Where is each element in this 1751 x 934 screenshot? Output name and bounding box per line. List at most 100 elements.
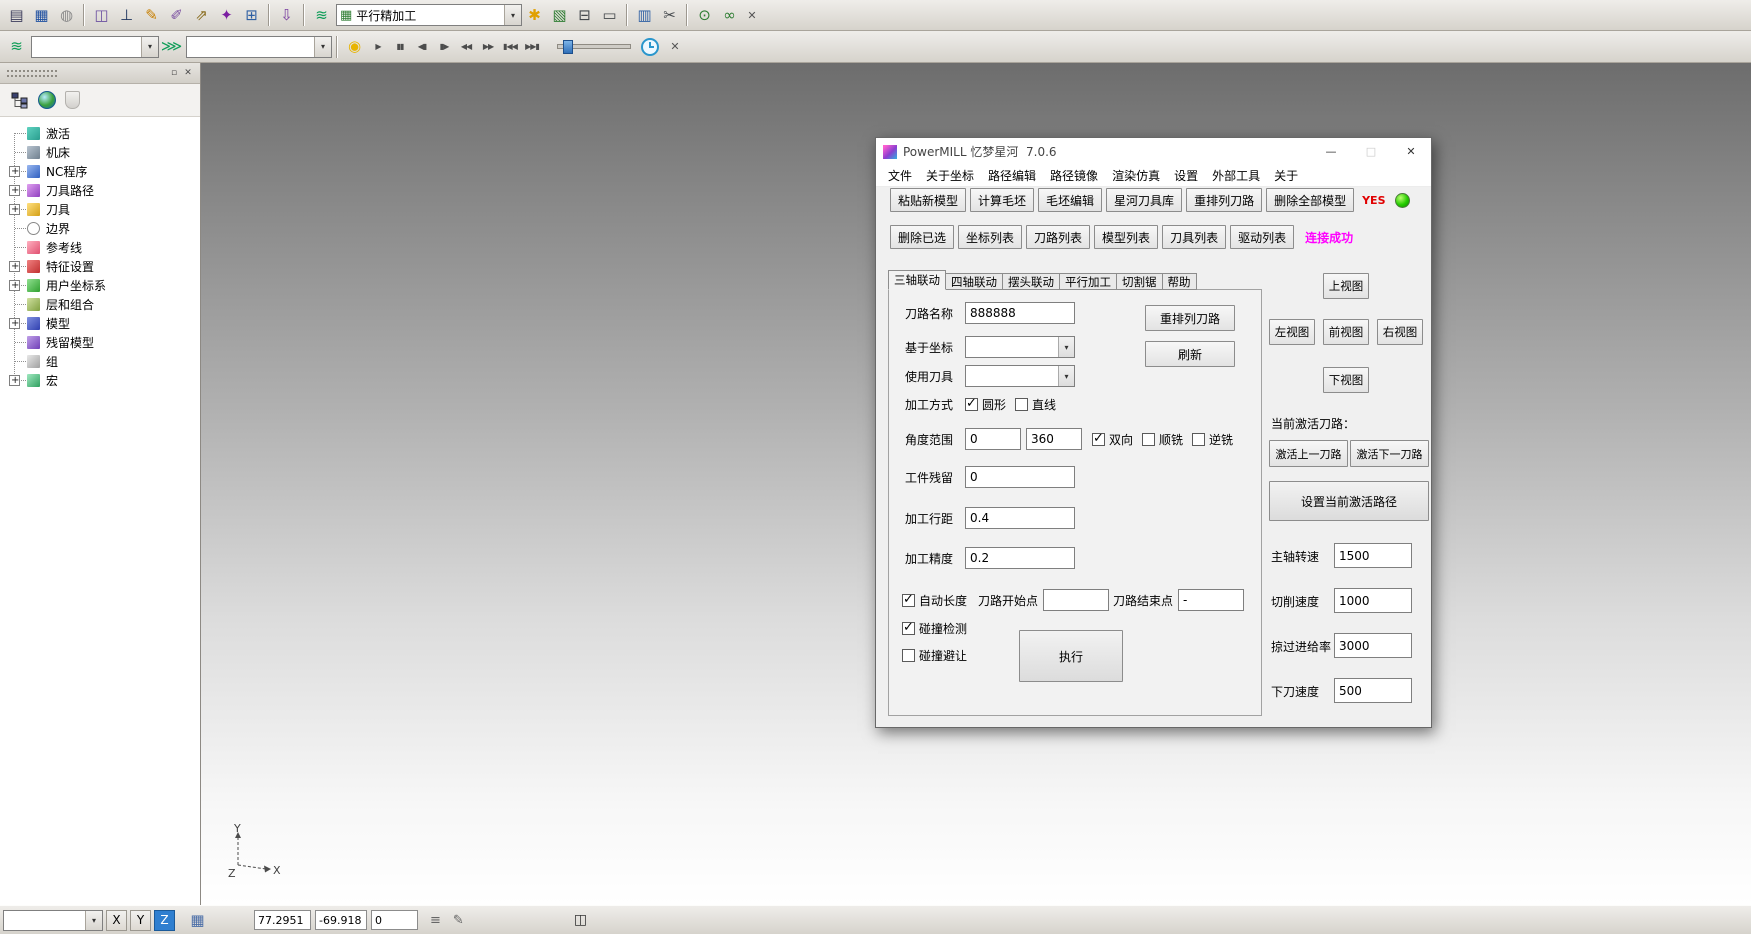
mode-line-checkbox[interactable]: 直线 — [1015, 396, 1056, 413]
explorer-panel-header[interactable]: ▫ ✕ — [0, 63, 200, 84]
model-tree-icon[interactable] — [9, 90, 29, 110]
view-left-button[interactable]: 左视图 — [1269, 319, 1315, 345]
chevron-down-icon[interactable]: ▾ — [85, 911, 102, 930]
menu-item-path-edit[interactable]: 路径编辑 — [981, 167, 1043, 184]
next-toolpath-button[interactable]: 激活下一刀路 — [1350, 440, 1429, 467]
view-bottom-button[interactable]: 下视图 — [1323, 367, 1369, 393]
prev-toolpath-button[interactable]: 激活上一刀路 — [1269, 440, 1348, 467]
tab-help[interactable]: 帮助 — [1163, 273, 1197, 290]
diamond-tool-icon[interactable]: ✦ — [214, 3, 239, 27]
tab-swivel-head[interactable]: 摆头联动 — [1003, 273, 1060, 290]
close-button[interactable]: ✕ — [1391, 138, 1431, 165]
tree-item-macros[interactable]: 宏 — [0, 371, 200, 390]
pen-purple-icon[interactable]: ✐ — [164, 3, 189, 27]
tree-item-patterns[interactable]: 参考线 — [0, 238, 200, 257]
delete-all-models-button[interactable]: 删除全部模型 — [1266, 188, 1354, 212]
angle-to-input[interactable] — [1026, 428, 1082, 450]
close-toolbar-icon[interactable]: ✕ — [665, 35, 685, 59]
coordinate-y-input[interactable] — [315, 910, 367, 930]
tool-library-icon[interactable]: ⊟ — [572, 3, 597, 27]
tree-item-nc-programs[interactable]: NC程序 — [0, 162, 200, 181]
slider-handle[interactable] — [563, 40, 573, 54]
menu-item-external-tools[interactable]: 外部工具 — [1205, 167, 1267, 184]
chevron-down-icon[interactable]: ▾ — [1058, 366, 1074, 386]
chevron-down-icon[interactable]: ▾ — [314, 37, 331, 57]
simulation-toolpath-dropdown[interactable]: ▾ — [186, 36, 332, 58]
tool-library-button[interactable]: 星河刀具库 — [1106, 188, 1182, 212]
tree-item-workplanes[interactable]: 用户坐标系 — [0, 276, 200, 295]
paste-new-model-button[interactable]: 粘贴新模型 — [890, 188, 966, 212]
rearrange-toolpaths-button[interactable]: 重排列刀路 — [1186, 188, 1262, 212]
axis-z-button[interactable]: Z — [154, 910, 175, 931]
model-list-button[interactable]: 模型列表 — [1094, 225, 1158, 249]
checkbox-icon[interactable] — [1192, 433, 1205, 446]
view-front-button[interactable]: 前视图 — [1323, 319, 1369, 345]
view-right-button[interactable]: 右视图 — [1377, 319, 1423, 345]
menu-item-render-sim[interactable]: 渲染仿真 — [1105, 167, 1167, 184]
chevron-down-icon[interactable]: ▾ — [141, 37, 158, 57]
end-point-input[interactable] — [1178, 589, 1244, 611]
lightbulb-icon[interactable]: ◉ — [342, 35, 367, 59]
pause-button[interactable]: ▮▮ — [389, 36, 411, 58]
tab-4axis[interactable]: 四轴联动 — [946, 273, 1003, 290]
tree-item-toolpaths[interactable]: 刀具路径 — [0, 181, 200, 200]
tab-3axis[interactable]: 三轴联动 — [888, 270, 946, 290]
calculator-icon[interactable]: ▭ — [597, 3, 622, 27]
checkbox-icon[interactable] — [902, 594, 915, 607]
toolpath-wave-icon[interactable]: ≋ — [309, 3, 334, 27]
toolpath-list-button[interactable]: 刀路列表 — [1026, 225, 1090, 249]
drag-grip[interactable] — [7, 70, 57, 77]
columns-icon[interactable]: ▥ — [632, 3, 657, 27]
grid-table-icon[interactable]: ▦ — [185, 908, 210, 932]
glasses-icon[interactable]: ∞ — [717, 3, 742, 27]
menu-item-coords[interactable]: 关于坐标 — [919, 167, 981, 184]
toolkit-icon[interactable]: ✱ — [522, 3, 547, 27]
delete-selected-button[interactable]: 删除已选 — [890, 225, 954, 249]
plunge-speed-input[interactable] — [1334, 678, 1412, 703]
spindle-speed-input[interactable] — [1334, 543, 1412, 568]
pen-orange-icon[interactable]: ✎ — [139, 3, 164, 27]
expand-plus-icon[interactable] — [9, 375, 20, 386]
tree-item-tools[interactable]: 刀具 — [0, 200, 200, 219]
grid-block-icon[interactable]: ⊞ — [239, 3, 264, 27]
checkbox-icon[interactable] — [1142, 433, 1155, 446]
compute-stock-button[interactable]: 计算毛坯 — [970, 188, 1034, 212]
expand-plus-icon[interactable] — [9, 204, 20, 215]
conventional-mill-checkbox[interactable]: 逆铣 — [1192, 431, 1233, 448]
chart-icon[interactable]: ▧ — [547, 3, 572, 27]
close-panel-icon[interactable]: ✕ — [181, 68, 195, 78]
stepover-input[interactable] — [965, 507, 1075, 529]
clipboard-icon[interactable]: ◫ — [574, 912, 587, 928]
tab-parallel[interactable]: 平行加工 — [1060, 273, 1117, 290]
refresh-button[interactable]: 刷新 — [1145, 341, 1235, 367]
float-panel-icon[interactable]: ▫ — [167, 68, 181, 78]
play-button[interactable]: ▶ — [367, 36, 389, 58]
skim-feed-input[interactable] — [1334, 633, 1412, 658]
auto-length-checkbox[interactable]: 自动长度 — [902, 592, 967, 609]
drive-list-button[interactable]: 驱动列表 — [1230, 225, 1294, 249]
checkbox-icon[interactable] — [965, 398, 978, 411]
menu-item-file[interactable]: 文件 — [881, 167, 919, 184]
close-toolbar-icon[interactable]: ✕ — [742, 3, 762, 27]
chevron-down-icon[interactable]: ▾ — [504, 5, 521, 25]
rearrange-button[interactable]: 重排列刀路 — [1145, 305, 1235, 331]
pick-icon[interactable]: ✎ — [453, 913, 464, 928]
expand-plus-icon[interactable] — [9, 318, 20, 329]
save-icon[interactable]: ▦ — [29, 3, 54, 27]
nc-program-dropdown[interactable]: ▾ — [31, 36, 159, 58]
axis-y-button[interactable]: Y — [130, 910, 151, 931]
teapot-icon[interactable]: ◍ — [54, 3, 79, 27]
fan-icon[interactable]: ⋙ — [159, 35, 184, 59]
tree-item-machine[interactable]: 机床 — [0, 143, 200, 162]
stamp-icon[interactable]: ⇩ — [274, 3, 299, 27]
step-back-button[interactable]: ◀▮ — [411, 36, 433, 58]
execute-button[interactable]: 执行 — [1019, 630, 1123, 682]
expand-plus-icon[interactable] — [9, 280, 20, 291]
go-start-button[interactable]: ▮◀◀ — [499, 36, 521, 58]
menu-item-settings[interactable]: 设置 — [1167, 167, 1205, 184]
checkbox-icon[interactable] — [902, 649, 915, 662]
coord-list-button[interactable]: 坐标列表 — [958, 225, 1022, 249]
tree-item-boundaries[interactable]: 边界 — [0, 219, 200, 238]
block-icon[interactable]: ◫ — [89, 3, 114, 27]
chevron-down-icon[interactable]: ▾ — [1058, 337, 1074, 357]
